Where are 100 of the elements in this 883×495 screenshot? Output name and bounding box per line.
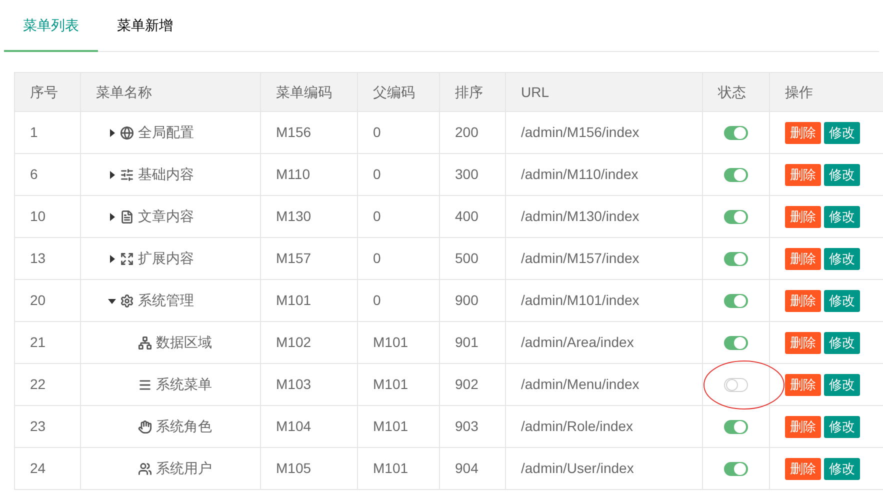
- table-cell: M104: [260, 406, 358, 448]
- edit-button[interactable]: 修改: [824, 122, 860, 144]
- tab[interactable]: 菜单列表: [4, 0, 98, 52]
- table-cell: 902: [440, 364, 506, 406]
- status-toggle[interactable]: [724, 462, 748, 476]
- column-header: 序号: [14, 72, 80, 112]
- edit-button[interactable]: 修改: [824, 206, 860, 228]
- table-cell: M101: [358, 322, 440, 364]
- edit-button[interactable]: 修改: [824, 290, 860, 312]
- table-cell: /admin/Role/index: [506, 406, 702, 448]
- table-cell: 500: [440, 238, 506, 280]
- status-toggle[interactable]: [724, 252, 748, 266]
- menu-name: 系统用户: [156, 459, 212, 478]
- table-cell: M101: [260, 280, 358, 322]
- table-cell: /admin/User/index: [506, 448, 702, 490]
- table-cell: /admin/Menu/index: [506, 364, 702, 406]
- delete-button[interactable]: 删除: [785, 248, 821, 270]
- table-cell: 901: [440, 322, 506, 364]
- menu-name: 系统角色: [156, 417, 212, 436]
- expand-icon: [120, 252, 134, 266]
- table-cell: /admin/M110/index: [506, 154, 702, 196]
- globe-icon: [120, 126, 134, 140]
- table-cell: 200: [440, 112, 506, 154]
- table-cell: 1: [14, 112, 80, 154]
- table-cell: 21: [14, 322, 80, 364]
- hand-icon: [138, 420, 152, 434]
- caret-down-icon[interactable]: [108, 296, 116, 304]
- delete-button[interactable]: 删除: [785, 290, 821, 312]
- status-toggle[interactable]: [724, 210, 748, 224]
- table-cell: 0: [358, 154, 440, 196]
- edit-button[interactable]: 修改: [824, 248, 860, 270]
- table-cell: M156: [260, 112, 358, 154]
- table-cell: M101: [358, 364, 440, 406]
- caret-right-icon[interactable]: [108, 128, 116, 136]
- table-cell: 6: [14, 154, 80, 196]
- menu-icon: [138, 378, 152, 392]
- table-cell: /admin/Area/index: [506, 322, 702, 364]
- edit-button[interactable]: 修改: [824, 416, 860, 438]
- menu-name: 全局配置: [138, 123, 194, 142]
- document-icon: [120, 210, 134, 224]
- status-toggle[interactable]: [724, 294, 748, 308]
- table-cell: M110: [260, 154, 358, 196]
- table-cell: 10: [14, 196, 80, 238]
- table-cell: 900: [440, 280, 506, 322]
- delete-button[interactable]: 删除: [785, 332, 821, 354]
- status-toggle[interactable]: [724, 420, 748, 434]
- menu-name: 扩展内容: [138, 249, 194, 268]
- table-cell: /admin/M101/index: [506, 280, 702, 322]
- menu-name: 数据区域: [156, 333, 212, 352]
- table-cell: 0: [358, 238, 440, 280]
- edit-button[interactable]: 修改: [824, 458, 860, 480]
- table-cell: 0: [358, 280, 440, 322]
- table-cell: M103: [260, 364, 358, 406]
- edit-button[interactable]: 修改: [824, 332, 860, 354]
- table-cell: 400: [440, 196, 506, 238]
- table-cell: /admin/M130/index: [506, 196, 702, 238]
- users-icon: [138, 462, 152, 476]
- tab[interactable]: 菜单新增: [98, 0, 192, 52]
- sitemap-icon: [138, 336, 152, 350]
- column-header: URL: [506, 72, 702, 112]
- status-toggle[interactable]: [724, 126, 748, 140]
- table-cell: M101: [358, 448, 440, 490]
- delete-button[interactable]: 删除: [785, 122, 821, 144]
- table-cell: 24: [14, 448, 80, 490]
- delete-button[interactable]: 删除: [785, 164, 821, 186]
- table-cell: /admin/M156/index: [506, 112, 702, 154]
- menu-name: 基础内容: [138, 165, 194, 184]
- status-toggle[interactable]: [724, 378, 748, 392]
- table-cell: 20: [14, 280, 80, 322]
- delete-button[interactable]: 删除: [785, 458, 821, 480]
- table-cell: 903: [440, 406, 506, 448]
- menu-name: 系统管理: [138, 291, 194, 310]
- table-cell: 904: [440, 448, 506, 490]
- delete-button[interactable]: 删除: [785, 374, 821, 396]
- gear-icon: [120, 294, 134, 308]
- delete-button[interactable]: 删除: [785, 416, 821, 438]
- table-cell: M130: [260, 196, 358, 238]
- table-cell: 22: [14, 364, 80, 406]
- table-cell: /admin/M157/index: [506, 238, 702, 280]
- table-cell: M102: [260, 322, 358, 364]
- edit-button[interactable]: 修改: [824, 164, 860, 186]
- caret-right-icon[interactable]: [108, 212, 116, 220]
- table-cell: M157: [260, 238, 358, 280]
- sliders-icon: [120, 168, 134, 182]
- caret-right-icon[interactable]: [108, 254, 116, 262]
- table-cell: M105: [260, 448, 358, 490]
- status-toggle[interactable]: [724, 168, 748, 182]
- caret-right-icon[interactable]: [108, 170, 116, 178]
- delete-button[interactable]: 删除: [785, 206, 821, 228]
- table-cell: 300: [440, 154, 506, 196]
- table-cell: 13: [14, 238, 80, 280]
- table-cell: M101: [358, 406, 440, 448]
- table-cell: 0: [358, 196, 440, 238]
- menu-name: 文章内容: [138, 207, 194, 226]
- table-cell: 23: [14, 406, 80, 448]
- edit-button[interactable]: 修改: [824, 374, 860, 396]
- menu-name: 系统菜单: [156, 375, 212, 394]
- status-toggle[interactable]: [724, 336, 748, 350]
- column-header: 菜单名称: [80, 72, 260, 112]
- table-cell: 0: [358, 112, 440, 154]
